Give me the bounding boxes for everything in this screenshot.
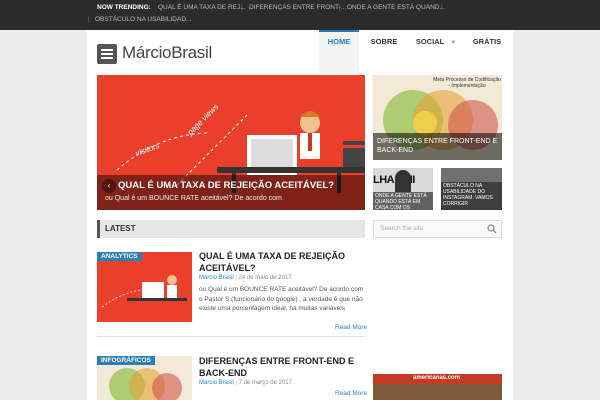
hero-title[interactable]: QUAL É UMA TAXA DE REJEIÇÃO ACEITÁVEL? — [118, 180, 334, 191]
site-header: MárcioBrasil HOME SOBRE SOCIAL ▼ GRÁTIS — [87, 30, 513, 74]
trending-link-1[interactable]: QUAL É UMA TAXA DE REJ... — [158, 4, 246, 11]
trending-separator: | — [88, 16, 90, 23]
read-more-link[interactable]: Read More — [335, 324, 367, 331]
post-date: 24 de maio de 2017 — [238, 275, 292, 281]
ad-brand: americanas.com — [413, 375, 461, 381]
post-author[interactable]: Márcio Brasil — [199, 275, 234, 281]
section-header-latest: LATEST — [97, 220, 365, 238]
hero-slide[interactable]: visitors page views ‹ QUAL É UMA TAXA DE… — [97, 75, 365, 210]
nav-social-label: SOCIAL — [415, 37, 445, 46]
featured-post-2[interactable]: LHA PAII ONDE A GENTE ESTÁ QUANDO ESTÁ E… — [373, 168, 433, 210]
search-icon[interactable] — [487, 224, 497, 234]
chevron-down-icon: ▼ — [450, 40, 457, 46]
nav-sobre-label: SOBRE — [370, 37, 398, 46]
featured-image-title: Meta Processo de Codificação - Implement… — [433, 77, 501, 89]
nav-sobre[interactable]: SOBRE — [361, 30, 407, 74]
nav-home-label: HOME — [327, 37, 351, 46]
trending-separator: | — [441, 4, 443, 11]
trending-separator: | — [339, 4, 341, 11]
nav-gratis[interactable]: GRÁTIS — [465, 30, 509, 74]
menu-icon[interactable] — [97, 44, 117, 64]
person-photo — [395, 170, 411, 192]
post-excerpt: ou Qual é um BOUNCE RATE aceitável? De a… — [199, 286, 364, 312]
search-input[interactable]: Search the site — [373, 220, 502, 238]
trending-link-2[interactable]: DIFERENÇAS ENTRE FRONT-... — [249, 4, 346, 11]
post-thumbnail[interactable]: INFOGRÁFICOS — [97, 356, 192, 400]
featured-post-1[interactable]: Meta Processo de Codificação - Implement… — [373, 75, 502, 160]
post-title[interactable]: DIFERENÇAS ENTRE FRONT-END E BACK-END — [199, 355, 365, 379]
site-logo[interactable]: MárcioBrasil — [122, 43, 212, 63]
section-title: LATEST — [105, 224, 136, 233]
read-more-link[interactable]: Read More — [335, 390, 367, 397]
search-placeholder: Search the site — [380, 225, 424, 232]
nav-social[interactable]: SOCIAL ▼ — [409, 30, 463, 74]
post-thumbnail[interactable]: ANALYTICS — [97, 252, 192, 322]
featured-title-1[interactable]: DIFERENÇAS ENTRE FRONT-END E BACK-END — [377, 137, 499, 155]
ad-photo — [373, 384, 502, 400]
hero-excerpt: ou Qual é um BOUNCE RATE aceitável? De a… — [105, 195, 282, 202]
photo-placeholder — [441, 168, 502, 182]
divider — [97, 336, 365, 337]
chevron-left-icon[interactable]: ‹ — [102, 179, 116, 193]
trending-separator: | — [241, 4, 243, 11]
trending-separator: | — [175, 16, 177, 23]
trending-link-3[interactable]: ONDE A GENTE ESTÁ QUAND... — [347, 4, 445, 11]
category-badge[interactable]: INFOGRÁFICOS — [97, 356, 155, 365]
featured-post-3[interactable]: OBSTÁCULO NA USABILIDADE DO INSTAGRAM. V… — [441, 168, 502, 210]
advertisement-banner[interactable]: americanas.com — [373, 374, 502, 400]
post-meta: Márcio Brasil | 24 de maio de 2017 — [199, 275, 292, 281]
post-illustration — [101, 275, 187, 308]
featured-title-3[interactable]: OBSTÁCULO NA USABILIDADE DO INSTAGRAM. V… — [441, 182, 502, 210]
trending-bar: NOW TRENDING: QUAL É UMA TAXA DE REJ... … — [0, 0, 600, 30]
featured-title-2[interactable]: ONDE A GENTE ESTÁ QUANDO ESTÁ EM CASA CO… — [373, 192, 433, 210]
nav-home[interactable]: HOME — [319, 30, 359, 74]
post-meta: Márcio Brasil | 7 de março de 2017 — [199, 380, 292, 386]
trending-label: NOW TRENDING: — [97, 4, 151, 11]
post-date: 7 de março de 2017 — [238, 380, 292, 386]
post-title[interactable]: QUAL É UMA TAXA DE REJEIÇÃO ACEITÁVEL? — [199, 250, 365, 274]
post-author[interactable]: Márcio Brasil — [199, 380, 234, 386]
nav-gratis-label: GRÁTIS — [472, 37, 502, 46]
category-badge[interactable]: ANALYTICS — [97, 252, 142, 261]
